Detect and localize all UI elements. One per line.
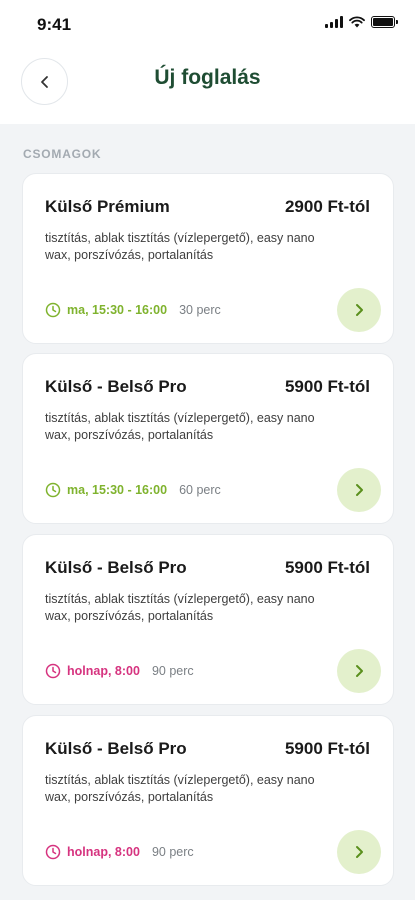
nav-bar: Új foglalás [0, 50, 415, 124]
clock-icon [45, 844, 61, 860]
package-price: 2900 Ft-tól [284, 197, 370, 216]
page-title: Új foglalás [154, 66, 261, 89]
package-description: tisztítás, ablak tisztítás (vízlepergető… [45, 592, 315, 623]
status-icons [325, 16, 398, 28]
package-schedule: ma, 15:30 - 16:00 30 perc [45, 302, 221, 318]
package-name: Külső - Belső Pro [45, 377, 187, 396]
select-package-button[interactable] [337, 288, 381, 332]
package-price: 5900 Ft-tól [284, 558, 370, 577]
package-description: tisztítás, ablak tisztítás (vízlepergető… [45, 411, 315, 442]
package-time: holnap, 8:00 [67, 845, 140, 859]
status-time: 9:41 [37, 15, 72, 34]
package-description: tisztítás, ablak tisztítás (vízlepergető… [45, 231, 315, 262]
package-name: Külső - Belső Pro [45, 558, 187, 577]
clock-icon [45, 302, 61, 318]
battery-icon [371, 16, 398, 28]
chevron-right-icon [356, 484, 363, 496]
package-card[interactable]: Külső - Belső Pro 5900 Ft-tól tisztítás,… [22, 534, 394, 705]
package-time: holnap, 8:00 [67, 664, 140, 678]
package-card[interactable]: Külső Prémium 2900 Ft-tól tisztítás, abl… [22, 173, 394, 344]
chevron-right-icon [356, 665, 363, 677]
package-schedule: ma, 15:30 - 16:00 60 perc [45, 482, 221, 498]
select-package-button[interactable] [337, 649, 381, 693]
package-name: Külső Prémium [45, 197, 170, 216]
package-description: tisztítás, ablak tisztítás (vízlepergető… [45, 773, 315, 804]
package-time: ma, 15:30 - 16:00 [67, 483, 168, 497]
wifi-icon [349, 16, 365, 28]
package-duration: 30 perc [179, 303, 221, 317]
status-bar: 9:41 [0, 0, 415, 50]
top-bar: 9:41 Új foglalás [0, 0, 415, 124]
cellular-signal-icon [325, 16, 343, 28]
section-label: CSOMAGOK [23, 147, 102, 161]
package-name: Külső - Belső Pro [45, 739, 187, 758]
select-package-button[interactable] [337, 468, 381, 512]
clock-icon [45, 482, 61, 498]
select-package-button[interactable] [337, 830, 381, 874]
package-duration: 60 perc [179, 483, 221, 497]
package-duration: 90 perc [151, 845, 194, 859]
package-card[interactable]: Külső - Belső Pro 5900 Ft-tól tisztítás,… [22, 715, 394, 886]
package-price: 5900 Ft-tól [284, 739, 370, 758]
package-card[interactable]: Külső - Belső Pro 5900 Ft-tól tisztítás,… [22, 353, 394, 524]
chevron-right-icon [356, 846, 363, 858]
chevron-right-icon [356, 304, 363, 316]
package-price: 5900 Ft-tól [284, 377, 370, 396]
clock-icon [45, 663, 61, 679]
package-time: ma, 15:30 - 16:00 [67, 303, 168, 317]
package-schedule: holnap, 8:00 90 perc [45, 844, 194, 860]
package-schedule: holnap, 8:00 90 perc [45, 663, 194, 679]
package-duration: 90 perc [151, 664, 194, 678]
